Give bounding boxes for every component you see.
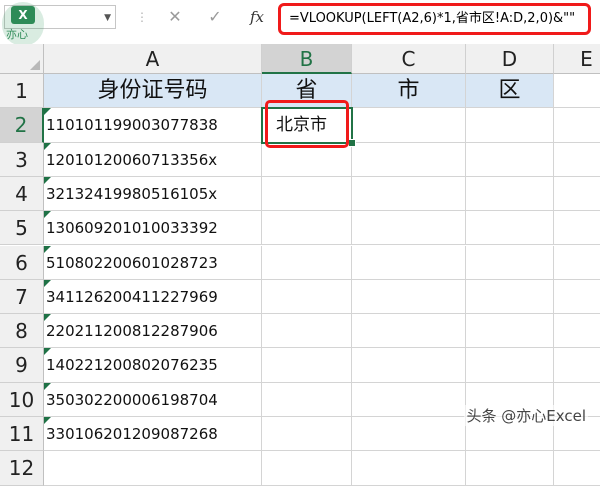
id-number-cell[interactable]: 220211200812287906 xyxy=(44,314,262,349)
cell-c12[interactable] xyxy=(352,451,466,486)
error-indicator-icon xyxy=(44,176,51,184)
row-header-7[interactable]: 7 xyxy=(0,279,44,315)
column-header-c[interactable]: C xyxy=(352,44,466,74)
cell-d5[interactable] xyxy=(466,211,554,246)
cell-b12[interactable] xyxy=(262,451,352,486)
close-icon[interactable]: ✕ xyxy=(164,6,186,28)
cell-c5[interactable] xyxy=(352,211,466,246)
error-indicator-icon xyxy=(44,108,51,116)
cell-e8[interactable] xyxy=(554,314,600,349)
cell-e1[interactable] xyxy=(554,74,600,109)
header-cell-d[interactable]: 区 xyxy=(466,74,554,109)
cell-e4[interactable] xyxy=(554,176,600,212)
spreadsheet-grid: A B C D E 1 2 3 4 5 6 7 8 9 10 11 12 身份证号码省市区 110101199003… xyxy=(0,44,600,486)
check-icon[interactable]: ✓ xyxy=(204,6,226,28)
cell-c10[interactable] xyxy=(352,382,466,417)
cell-e3[interactable] xyxy=(554,142,600,177)
cell-d12[interactable] xyxy=(466,451,554,486)
cell-e6[interactable] xyxy=(554,245,600,280)
logo: X 亦心 xyxy=(2,2,44,46)
cell-d6[interactable] xyxy=(466,245,554,280)
cell-e2[interactable] xyxy=(554,108,600,143)
cell-b7[interactable] xyxy=(262,279,352,315)
id-number-cell[interactable]: 130609201010033392 xyxy=(44,211,262,246)
cell-e9[interactable] xyxy=(554,348,600,383)
cell-c8[interactable] xyxy=(352,314,466,349)
cell-e12[interactable] xyxy=(554,451,600,486)
row-header-11[interactable]: 11 xyxy=(0,417,44,452)
row-header-9[interactable]: 9 xyxy=(0,348,44,383)
cell-c3[interactable] xyxy=(352,142,466,177)
cell-c11[interactable] xyxy=(352,417,466,452)
error-indicator-icon xyxy=(44,211,51,219)
cell-d4[interactable] xyxy=(466,176,554,212)
cell-a12[interactable] xyxy=(44,451,262,486)
column-header-b[interactable]: B xyxy=(262,44,352,74)
formula-bar: B2 ▼ ⋮ ✕ ✓ fx =VLOOKUP(LEFT(A2,6)*1,省市区!… xyxy=(0,0,600,45)
cell-d3[interactable] xyxy=(466,142,554,177)
select-all-button[interactable] xyxy=(0,44,44,74)
error-indicator-icon xyxy=(44,142,51,150)
cell-c9[interactable] xyxy=(352,348,466,383)
header-cell-c[interactable]: 市 xyxy=(352,74,466,109)
column-header-a[interactable]: A xyxy=(44,44,262,74)
row-header-3[interactable]: 3 xyxy=(0,142,44,177)
cell-c7[interactable] xyxy=(352,279,466,315)
cell-b6[interactable] xyxy=(262,245,352,280)
separator-dots-icon: ⋮ xyxy=(136,10,148,24)
error-indicator-icon xyxy=(44,417,51,424)
cell-d7[interactable] xyxy=(466,279,554,315)
cell-e7[interactable] xyxy=(554,279,600,315)
cell-b10[interactable] xyxy=(262,382,352,417)
id-number-cell[interactable]: 140221200802076235 xyxy=(44,348,262,383)
row-header-8[interactable]: 8 xyxy=(0,314,44,349)
header-cell-a[interactable]: 身份证号码 xyxy=(44,74,262,109)
cell-b8[interactable] xyxy=(262,314,352,349)
row-header-10[interactable]: 10 xyxy=(0,382,44,417)
row-header-4[interactable]: 4 xyxy=(0,176,44,212)
cell-c6[interactable] xyxy=(352,245,466,280)
formula-input[interactable]: =VLOOKUP(LEFT(A2,6)*1,省市区!A:D,2,0)&"" xyxy=(278,3,591,35)
highlight-box xyxy=(265,100,349,149)
fx-icon[interactable]: fx xyxy=(246,6,268,28)
row-header-1[interactable]: 1 xyxy=(0,74,44,109)
id-number-cell[interactable]: 330106201209087268 xyxy=(44,417,262,452)
fill-handle[interactable] xyxy=(348,138,356,147)
cell-b9[interactable] xyxy=(262,348,352,383)
error-indicator-icon xyxy=(44,314,51,322)
id-number-cell[interactable]: 510802200601028723 xyxy=(44,245,262,280)
error-indicator-icon xyxy=(44,279,51,287)
chevron-down-icon[interactable]: ▼ xyxy=(104,6,111,30)
logo-text: 亦心 xyxy=(6,28,28,41)
cell-b11[interactable] xyxy=(262,417,352,452)
watermark: 头条 @亦心Excel xyxy=(464,405,588,426)
cell-d8[interactable] xyxy=(466,314,554,349)
cell-e5[interactable] xyxy=(554,211,600,246)
row-header-12[interactable]: 12 xyxy=(0,451,44,486)
id-number-cell[interactable]: 341126200411227969 xyxy=(44,279,262,315)
id-number-cell[interactable]: 32132419980516105x xyxy=(44,176,262,212)
row-header-5[interactable]: 5 xyxy=(0,211,44,246)
cell-b4[interactable] xyxy=(262,176,352,212)
error-indicator-icon xyxy=(44,382,51,390)
cell-d2[interactable] xyxy=(466,108,554,143)
error-indicator-icon xyxy=(44,245,51,253)
id-number-cell[interactable]: 350302200006198704 xyxy=(44,382,262,417)
cell-c4[interactable] xyxy=(352,176,466,212)
id-number-cell[interactable]: 110101199003077838 xyxy=(44,108,262,143)
cell-c2[interactable] xyxy=(352,108,466,143)
cell-b5[interactable] xyxy=(262,211,352,246)
column-header-d[interactable]: D xyxy=(466,44,554,74)
cell-d9[interactable] xyxy=(466,348,554,383)
excel-icon: X xyxy=(11,6,35,24)
row-header-6[interactable]: 6 xyxy=(0,245,44,280)
row-header-2[interactable]: 2 xyxy=(0,108,44,143)
id-number-cell[interactable]: 12010120060713356x xyxy=(44,142,262,177)
error-indicator-icon xyxy=(44,348,51,356)
column-header-e[interactable]: E xyxy=(554,44,600,74)
